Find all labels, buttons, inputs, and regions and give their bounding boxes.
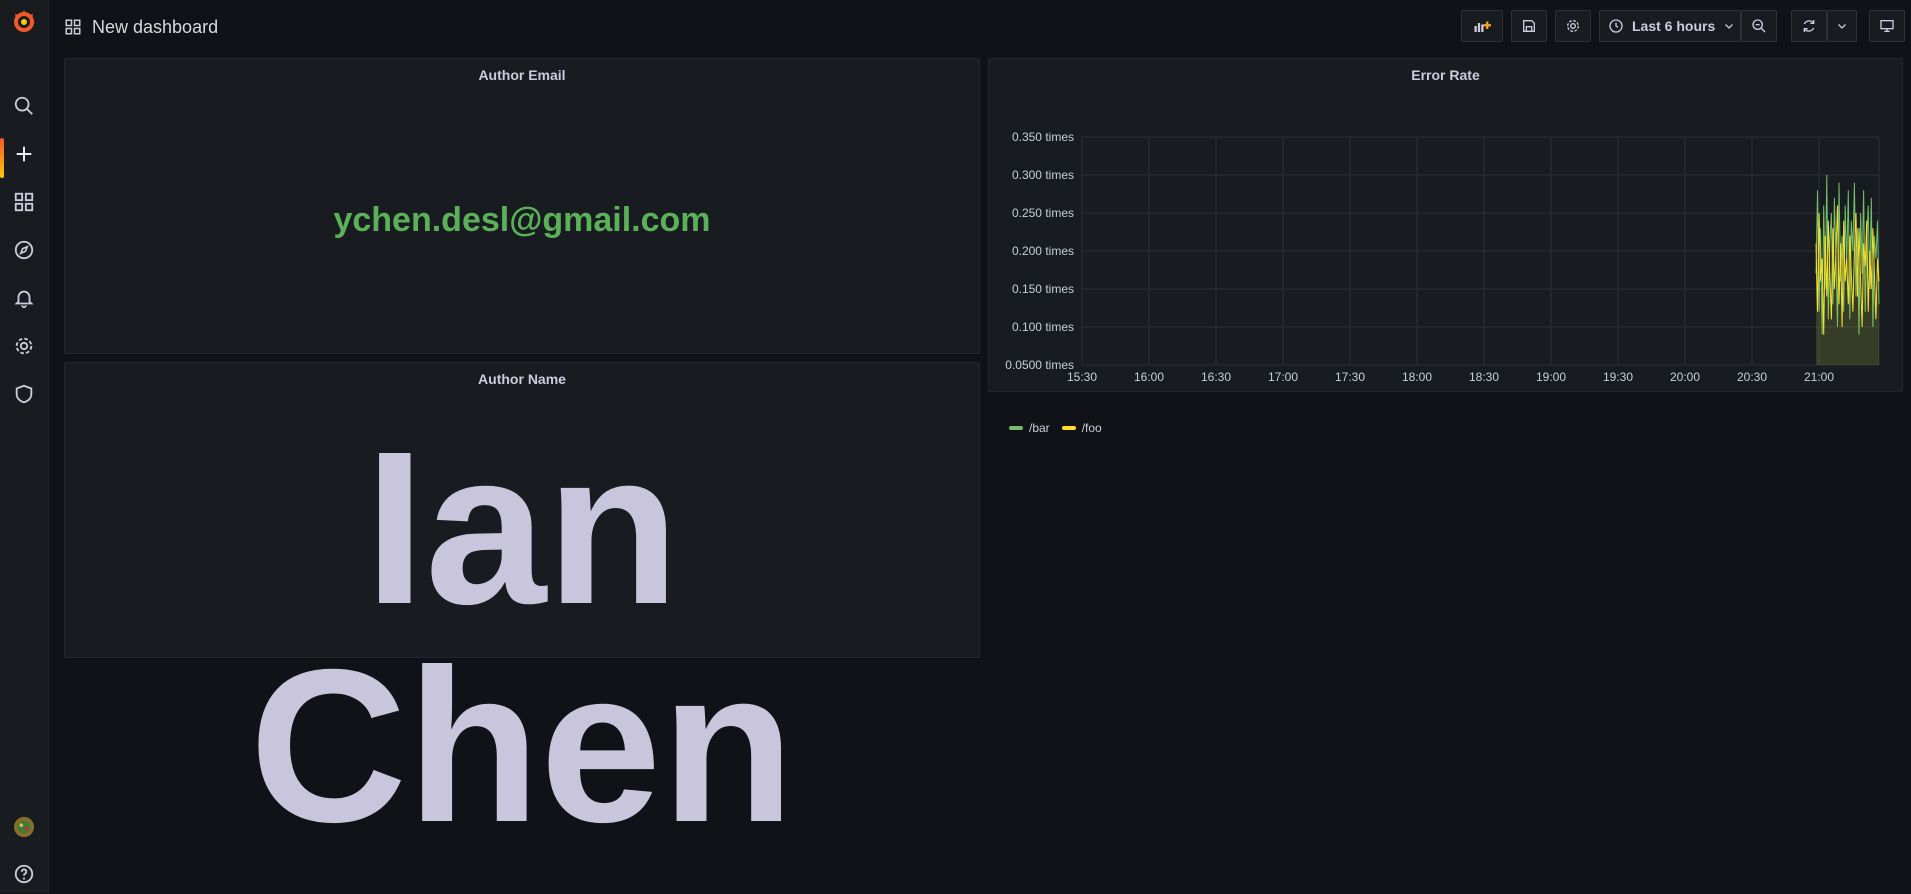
legend-label: /foo — [1081, 421, 1102, 435]
time-range-picker[interactable]: Last 6 hours — [1599, 10, 1741, 42]
add-panel-button[interactable] — [1461, 10, 1503, 42]
legend-label: /bar — [1029, 421, 1050, 435]
x-tick-label: 17:30 — [1335, 370, 1365, 384]
y-tick-label: 0.250 times — [1012, 206, 1074, 220]
chevron-down-icon — [1838, 24, 1846, 29]
legend-item-foo[interactable]: /foo — [1061, 421, 1102, 435]
stat-value: Ian Chen — [249, 407, 795, 868]
add-panel-icon — [1474, 21, 1491, 32]
sidebar — [0, 0, 49, 893]
compass-icon — [14, 240, 34, 260]
sidebar-item-server-admin[interactable] — [0, 374, 48, 414]
x-tick-label: 20:00 — [1670, 370, 1700, 384]
view-mode-button[interactable] — [1869, 10, 1905, 42]
refresh-icon — [1803, 20, 1815, 32]
sidebar-item-create[interactable] — [0, 134, 48, 178]
dashboard-settings-button[interactable] — [1555, 10, 1591, 42]
sidebar-item-alerting[interactable] — [0, 278, 48, 318]
legend-item-bar[interactable]: /bar — [1009, 421, 1050, 435]
bell-icon — [14, 290, 34, 309]
time-range-label: Last 6 hours — [1632, 18, 1716, 34]
zoom-out-icon — [1752, 19, 1766, 33]
save-icon — [1523, 20, 1535, 32]
x-tick-label: 21:00 — [1804, 370, 1834, 384]
x-tick-label: 16:30 — [1201, 370, 1231, 384]
error-rate-chart[interactable]: 0.350 times 0.300 times 0.250 times 0.200 t… — [989, 89, 1902, 389]
grafana-logo-icon[interactable] — [9, 6, 39, 36]
apps-icon — [14, 192, 34, 212]
shield-icon — [15, 384, 33, 404]
x-tick-label: 19:30 — [1603, 370, 1633, 384]
legend-swatch — [1061, 426, 1076, 430]
dashboard-title-link[interactable]: New dashboard — [64, 14, 218, 40]
x-tick-label: 15:30 — [1067, 370, 1097, 384]
x-tick-label: 20:30 — [1737, 370, 1767, 384]
zoom-out-button[interactable] — [1741, 10, 1777, 42]
gear-icon — [1567, 20, 1579, 32]
chart-legend: /bar /foo — [1009, 421, 1102, 435]
top-navbar: New dashboard Last 6 hours — [48, 0, 1911, 54]
search-icon — [14, 96, 33, 115]
y-tick-label: 0.350 times — [1012, 130, 1074, 144]
clock-icon — [1609, 19, 1623, 33]
panel-title[interactable]: Error Rate — [989, 67, 1902, 83]
x-tick-label: 18:30 — [1469, 370, 1499, 384]
help-icon — [14, 864, 34, 884]
y-tick-label: 0.200 times — [1012, 244, 1074, 258]
sidebar-item-profile[interactable] — [0, 807, 48, 847]
panel-error-rate[interactable]: Error Rate 0.350 times 0.300 times 0.250 t… — [988, 58, 1903, 435]
sidebar-item-explore[interactable] — [0, 230, 48, 270]
chevron-down-icon — [1725, 24, 1734, 29]
panel-title[interactable]: Author Email — [65, 67, 979, 83]
sidebar-item-help[interactable] — [0, 854, 48, 894]
stat-value: ychen.desl@gmail.com — [333, 201, 711, 239]
x-tick-label: 17:00 — [1268, 370, 1298, 384]
y-tick-label: 0.150 times — [1012, 282, 1074, 296]
sidebar-item-dashboards[interactable] — [0, 182, 48, 222]
avatar — [13, 816, 35, 838]
gear-icon — [15, 337, 33, 355]
save-dashboard-button[interactable] — [1511, 10, 1547, 42]
monitor-icon — [1880, 19, 1894, 32]
x-tick-label: 19:00 — [1536, 370, 1566, 384]
panel-author-email[interactable]: Author Email ychen.desl@gmail.com — [64, 58, 980, 354]
plus-icon — [16, 146, 32, 162]
page-title: New dashboard — [92, 16, 219, 37]
refresh-button[interactable] — [1791, 10, 1827, 42]
panel-title[interactable]: Author Name — [65, 371, 979, 387]
sidebar-item-search[interactable] — [0, 86, 48, 126]
x-tick-label: 18:00 — [1402, 370, 1432, 384]
x-tick-label: 16:00 — [1134, 370, 1164, 384]
apps-icon — [65, 19, 81, 35]
y-tick-label: 0.100 times — [1012, 320, 1074, 334]
sidebar-item-configuration[interactable] — [0, 326, 48, 366]
y-tick-label: 0.0500 times — [1005, 358, 1074, 372]
y-tick-label: 0.300 times — [1012, 168, 1074, 182]
refresh-interval-dropdown[interactable] — [1827, 10, 1857, 42]
legend-swatch — [1009, 426, 1023, 430]
